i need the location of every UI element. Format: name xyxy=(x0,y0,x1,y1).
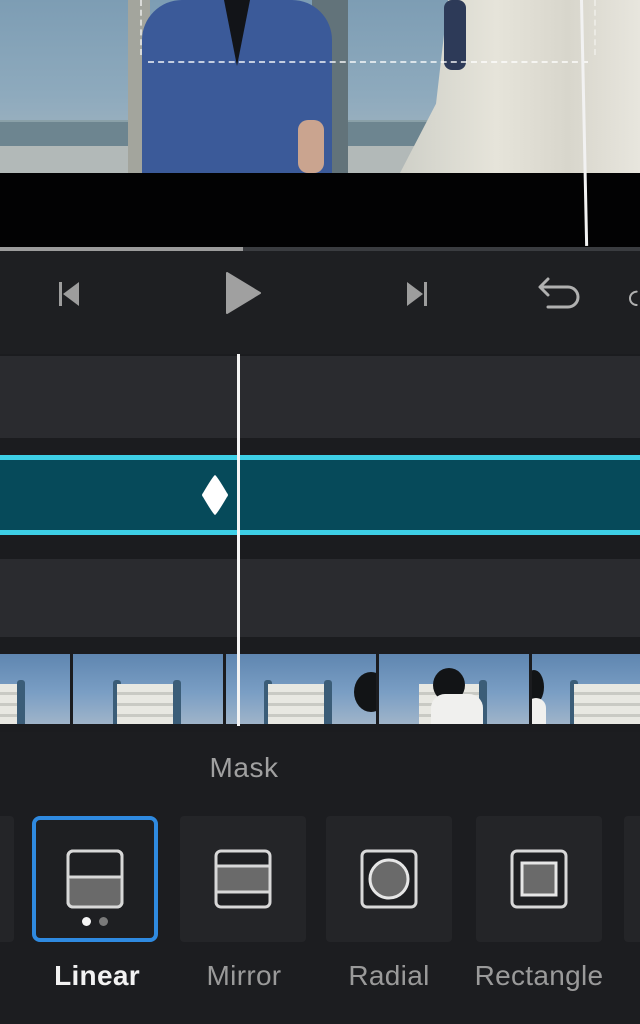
frame-person-body xyxy=(430,694,483,724)
frame-post xyxy=(17,680,25,724)
frame-person-body xyxy=(531,698,546,724)
mask-option-label-rectangle[interactable]: Rectangle xyxy=(459,960,619,992)
timeline-playhead[interactable] xyxy=(237,354,240,726)
preview-walking-person-arm xyxy=(444,0,466,70)
filmstrip-frame xyxy=(531,654,640,724)
redo-icon xyxy=(629,290,638,306)
mask-option-rectangle[interactable] xyxy=(476,816,602,942)
filmstrip-frame xyxy=(73,654,223,724)
skip-back-icon xyxy=(59,282,79,306)
skip-to-end-button[interactable] xyxy=(396,273,438,315)
mask-option-mirror[interactable] xyxy=(180,816,306,942)
mask-option-label-mirror[interactable]: Mirror xyxy=(164,960,324,992)
skip-to-start-button[interactable] xyxy=(48,273,90,315)
page-dot xyxy=(99,917,108,926)
mask-option-radial[interactable] xyxy=(326,816,452,942)
mask-option-partial[interactable] xyxy=(0,816,14,942)
redo-button[interactable] xyxy=(626,277,640,317)
transport-bar xyxy=(0,251,640,354)
mask-option-page-indicator xyxy=(36,917,154,926)
page-dot-active xyxy=(82,917,91,926)
mask-guide-left[interactable] xyxy=(140,0,142,55)
mask-option-linear[interactable] xyxy=(32,816,158,942)
mask-option-label-linear[interactable]: Linear xyxy=(17,960,177,992)
undo-button[interactable] xyxy=(532,271,588,319)
linear-mask-icon xyxy=(66,849,124,909)
timeline-track-empty[interactable] xyxy=(0,356,640,438)
video-filmstrip[interactable] xyxy=(0,654,640,724)
frame-ladder xyxy=(117,684,177,724)
frame-ladder xyxy=(0,684,18,724)
mirror-mask-icon xyxy=(214,849,272,909)
filmstrip-frame xyxy=(378,654,529,724)
mask-panel-title: Mask xyxy=(209,752,279,783)
preview-walking-person xyxy=(400,0,640,173)
skip-forward-icon xyxy=(407,282,427,306)
filmstrip-frame xyxy=(0,654,70,724)
radial-mask-icon xyxy=(360,849,418,909)
undo-icon xyxy=(538,277,580,309)
mask-guide-right[interactable] xyxy=(594,0,596,55)
preview-person-hand xyxy=(298,120,324,173)
play-button[interactable] xyxy=(218,265,268,321)
rectangle-mask-icon xyxy=(510,849,568,909)
filmstrip-frame xyxy=(225,654,376,724)
frame-ladder xyxy=(573,684,640,724)
keyframe-diamond-icon[interactable] xyxy=(200,473,230,517)
keyframe-track[interactable] xyxy=(0,455,640,535)
mask-option-label-radial[interactable]: Radial xyxy=(309,960,469,992)
timeline[interactable] xyxy=(0,354,640,732)
frame-ladder xyxy=(267,684,326,724)
frame-post xyxy=(323,680,332,724)
play-icon xyxy=(226,272,261,314)
frame-person-head xyxy=(353,672,376,712)
mask-panel: Mask Linear Mirror Radial Rectangle xyxy=(0,732,640,1024)
video-preview[interactable] xyxy=(0,0,640,173)
timeline-track-empty[interactable] xyxy=(0,559,640,637)
frame-post xyxy=(173,680,181,724)
preview-letterbox xyxy=(0,173,640,248)
mask-guide-line[interactable] xyxy=(148,61,588,63)
mask-option-partial[interactable] xyxy=(624,816,640,942)
